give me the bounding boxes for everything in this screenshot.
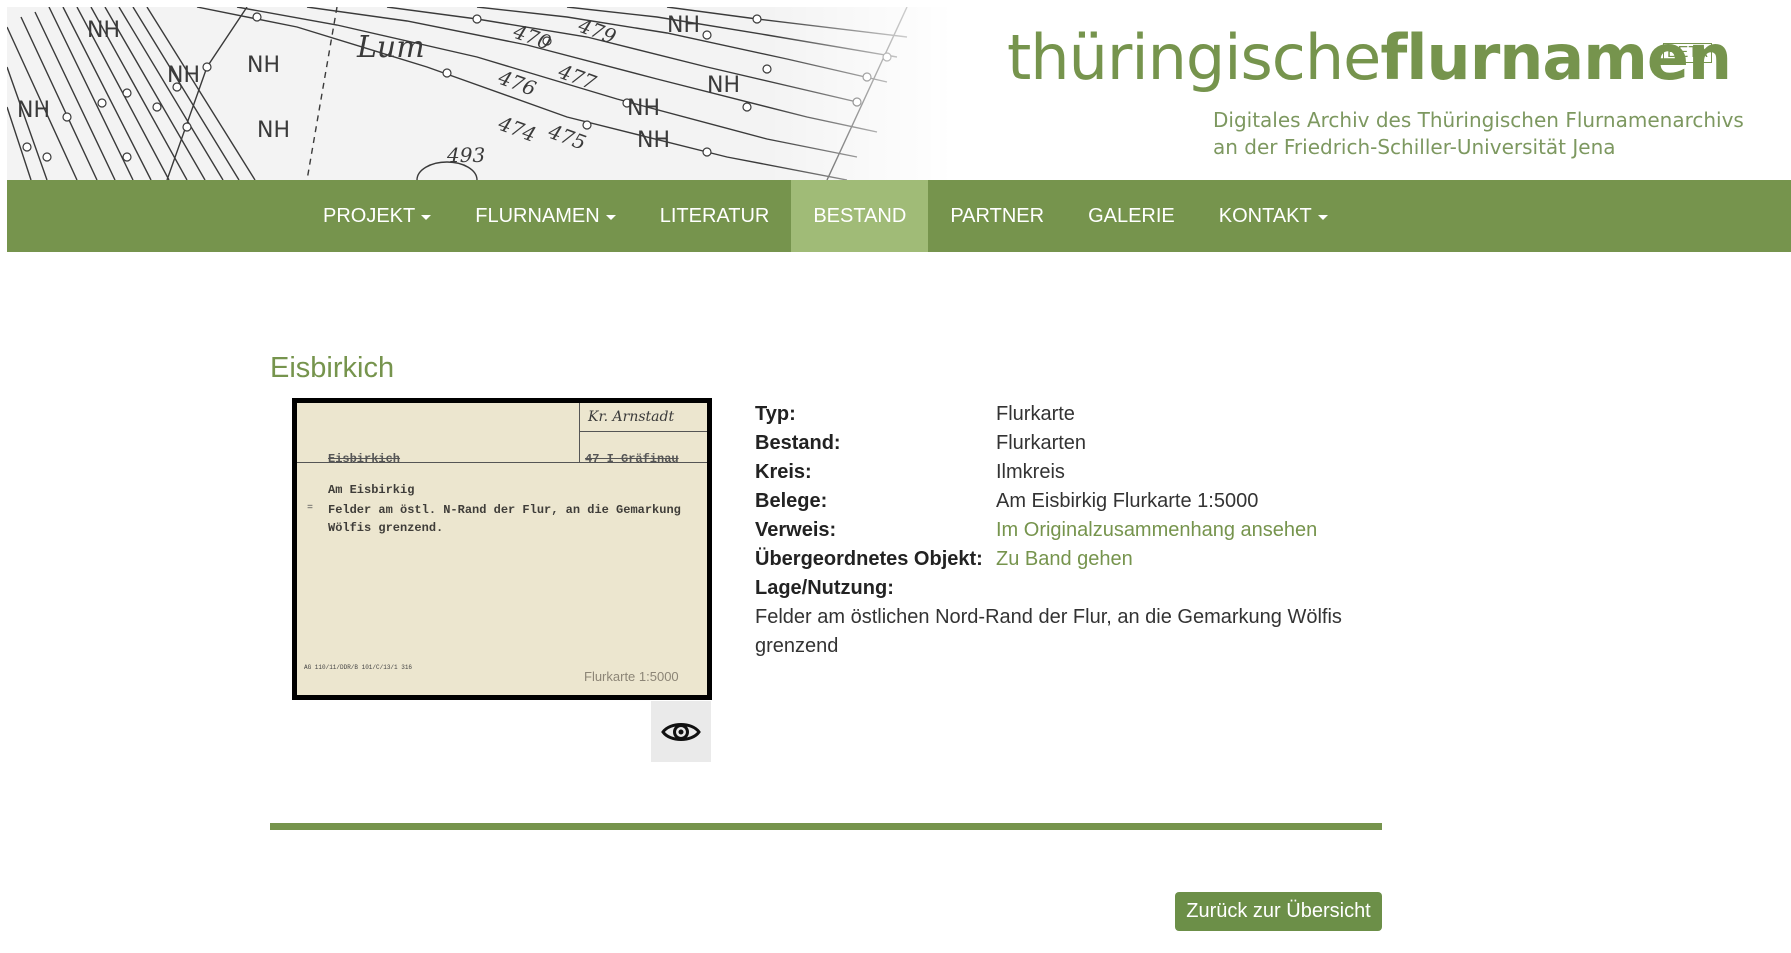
logo-subtitle-line: Digitales Archiv des Thüringischen Flurn… xyxy=(1213,108,1744,132)
card-ort: 47 I Gräfinau xyxy=(585,452,679,466)
card-kreis: Kr. Arnstadt xyxy=(588,409,675,425)
record-card-image[interactable]: Kr. Arnstadt Eisbirkich 47 I Gräfinau Am… xyxy=(292,398,712,700)
metadata-label: Typ: xyxy=(755,403,796,425)
metadata-label: Verweis: xyxy=(755,519,837,541)
svg-text:Lum: Lum xyxy=(356,30,425,65)
beta-badge: BETA xyxy=(1663,43,1712,63)
card-text-line: Wölfis grenzend. xyxy=(328,521,444,535)
metadata-value: Flurkarten xyxy=(996,432,1087,454)
metadata-label: Belege: xyxy=(755,490,828,512)
caret-down-icon xyxy=(1317,214,1328,220)
page: NH NH NH NH NH NH NH NH NH Lum 470 479 476 477… xyxy=(0,0,1791,953)
metadata-row: Kreis: Ilmkreis xyxy=(755,458,1375,487)
metadata-label: Lage/Nutzung: xyxy=(755,577,894,599)
nav-item-literatur[interactable]: LITERATUR xyxy=(638,180,792,252)
svg-text:NH: NH xyxy=(17,98,50,123)
metadata-row: Verweis: Im Originalzusammenhang ansehen xyxy=(755,516,1375,545)
nav-item-label: PARTNER xyxy=(950,204,1045,227)
card-text-line: Am Eisbirkig xyxy=(328,483,415,497)
metadata-link[interactable]: Im Originalzusammenhang ansehen xyxy=(996,516,1317,545)
nav-item-partner[interactable]: PARTNER xyxy=(928,180,1066,252)
logo-wordmark: thüringischeflurnamen xyxy=(1007,27,1732,89)
header-fade xyxy=(767,7,987,180)
metadata-link[interactable]: Zu Band gehen xyxy=(996,545,1133,574)
back-to-overview-button[interactable]: Zurück zur Übersicht xyxy=(1175,892,1382,931)
card-label: Flurkarte 1:5000 xyxy=(584,669,679,684)
card-footer-code: AG 110/11/DDR/B 101/C/13/1 316 xyxy=(304,664,413,671)
svg-text:NH: NH xyxy=(627,96,660,121)
svg-text:NH: NH xyxy=(257,118,290,143)
metadata-label: Bestand: xyxy=(755,432,841,454)
card-name: Eisbirkich xyxy=(328,452,401,466)
svg-text:NH: NH xyxy=(247,53,280,78)
caret-down-icon xyxy=(421,214,432,220)
nav-items: PROJEKT FLURNAMEN LITERATUR BESTAND PARTNER G… xyxy=(301,180,1350,252)
nav-item-label: PROJEKT xyxy=(323,204,416,227)
logo-subtitle-line: an der Friedrich-Schiller-Universität Je… xyxy=(1213,135,1616,159)
section-divider xyxy=(270,823,1382,830)
card-divider xyxy=(579,431,707,432)
nav-item-bestand[interactable]: BESTAND xyxy=(791,180,929,252)
nav-item-projekt[interactable]: PROJEKT xyxy=(301,180,453,252)
main-nav: PROJEKT FLURNAMEN LITERATUR BESTAND PARTNER G… xyxy=(7,180,1791,252)
card-divider xyxy=(579,403,580,463)
record-metadata: Typ: Flurkarte Bestand: Flurkarten Kreis: Ilm… xyxy=(755,400,1375,661)
metadata-row: Typ: Flurkarte xyxy=(755,400,1375,429)
nav-item-galerie[interactable]: GALERIE xyxy=(1066,180,1197,252)
metadata-value: Am Eisbirkig Flurkarte 1:5000 xyxy=(996,490,1259,512)
metadata-value: Flurkarte xyxy=(996,403,1075,425)
logo-subtitle: Digitales Archiv des Thüringischen Flurn… xyxy=(1213,107,1744,161)
metadata-row: Übergeordnetes Objekt: Zu Band gehen xyxy=(755,545,1375,574)
nav-item-label: GALERIE xyxy=(1088,204,1175,227)
page-title: Eisbirkich xyxy=(270,352,395,384)
nav-item-label: KONTAKT xyxy=(1218,204,1312,227)
view-image-button[interactable] xyxy=(651,701,711,762)
lage-description: Felder am östlichen Nord-Rand der Flur, … xyxy=(755,606,1342,657)
metadata-row-lage: Lage/Nutzung: xyxy=(755,574,1375,603)
svg-text:493: 493 xyxy=(446,143,485,167)
nav-item-kontakt[interactable]: KONTAKT xyxy=(1197,180,1350,252)
svg-text:NH: NH xyxy=(167,63,200,88)
site-header: NH NH NH NH NH NH NH NH NH Lum 470 479 476 477… xyxy=(7,7,1791,180)
svg-text:NH: NH xyxy=(707,73,740,98)
nav-item-label: BESTAND xyxy=(813,204,907,227)
metadata-row: Belege: Am Eisbirkig Flurkarte 1:5000 xyxy=(755,487,1375,516)
svg-text:NH: NH xyxy=(667,13,700,38)
site-logo[interactable]: thüringischeflurnamen BETA Digitales Arc… xyxy=(1007,27,1744,160)
metadata-row: Bestand: Flurkarten xyxy=(755,429,1375,458)
metadata-label: Kreis: xyxy=(755,461,812,483)
metadata-fields: Typ: Flurkarte Bestand: Flurkarten Kreis: Ilm… xyxy=(755,400,1375,574)
svg-text:NH: NH xyxy=(87,18,120,43)
caret-down-icon xyxy=(605,214,616,220)
nav-item-label: LITERATUR xyxy=(659,204,770,227)
nav-item-label: FLURNAMEN xyxy=(475,204,600,227)
logo-text-light: thüringische xyxy=(1007,21,1381,94)
card-bullet: = xyxy=(307,503,314,514)
nav-item-flurnamen[interactable]: FLURNAMEN xyxy=(453,180,637,252)
metadata-value: Ilmkreis xyxy=(996,461,1065,483)
card-text-line: Felder am östl. N-Rand der Flur, an die … xyxy=(328,503,681,517)
eye-icon xyxy=(661,722,701,741)
metadata-label: Übergeordnetes Objekt: xyxy=(755,548,983,570)
svg-text:NH: NH xyxy=(637,128,670,153)
record-card: Kr. Arnstadt Eisbirkich 47 I Gräfinau Am… xyxy=(297,403,707,695)
